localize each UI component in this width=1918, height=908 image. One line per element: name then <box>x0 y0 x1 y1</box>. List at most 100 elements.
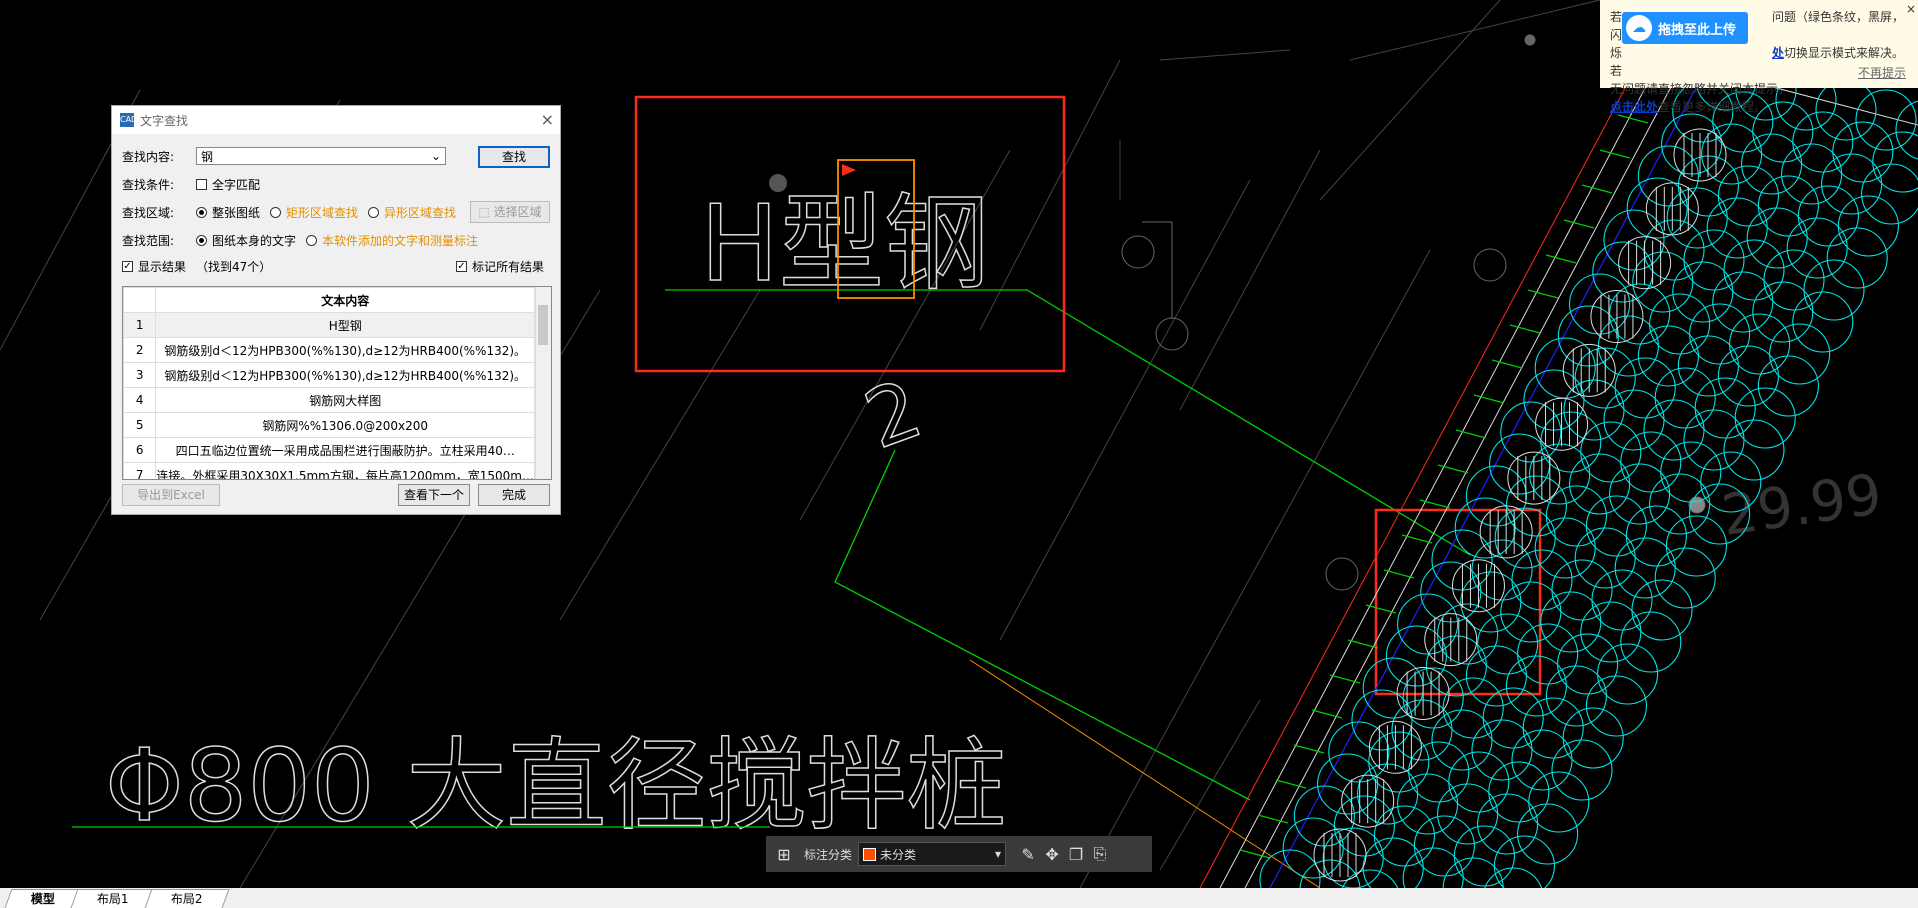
pile-circle <box>1488 761 1550 823</box>
pile-circle <box>1511 549 1573 611</box>
find-text-dialog[interactable]: CAD 文字查找 × 查找内容: 钢 ⌄ 查找 查找条件: 全字匹配 查找区域:… <box>111 105 561 515</box>
pile-circle <box>1729 313 1791 375</box>
pile-circle <box>1500 401 1562 463</box>
pile-circle <box>1792 111 1854 173</box>
area-rect-radio[interactable] <box>270 206 282 218</box>
pile-circle <box>1734 387 1796 449</box>
scope-added-radio[interactable] <box>306 234 318 246</box>
whole-word-checkbox[interactable] <box>196 178 207 190</box>
paste-icon[interactable]: ⎘ <box>1088 842 1112 866</box>
pile-circle <box>1362 657 1424 719</box>
row-text: 四口五临边位置统一采用成品围栏进行围蔽防护。立柱采用40… <box>155 437 535 463</box>
pile-circle <box>1689 303 1751 365</box>
pile-circle <box>1609 283 1671 345</box>
search-row: 查找内容: 钢 ⌄ <box>122 146 446 166</box>
pile-circle <box>1792 291 1854 353</box>
table-row[interactable]: 6 四口五临边位置统一采用成品围栏进行围蔽防护。立柱采用40… <box>123 437 535 463</box>
whole-word-label: 全字匹配 <box>212 177 261 192</box>
found-count: （找到47个） <box>196 259 272 274</box>
pile-circle <box>1631 579 1693 641</box>
tab-layout-1[interactable]: 布局1 <box>70 889 156 908</box>
table-row[interactable]: 5 钢筋网%%1306.0@200x200 <box>123 412 535 438</box>
mark-all-row: ✓ 标记所有结果 <box>456 256 544 276</box>
dropdown-arrow-icon[interactable]: ▾ <box>995 847 1001 861</box>
pile-circle <box>1665 515 1727 577</box>
pile-circle <box>1471 539 1533 601</box>
pile-circle <box>1803 259 1865 321</box>
category-select[interactable]: 未分类 ▾ <box>858 842 1007 866</box>
results-scrollbar[interactable] <box>535 287 551 479</box>
pile-circle <box>1826 227 1888 289</box>
select-area-button[interactable]: ⬚ 选择区域 <box>470 201 550 223</box>
canvas-text-h-steel[interactable]: H型钢 <box>699 182 989 306</box>
copy-icon[interactable]: ❐ <box>1064 842 1088 866</box>
pile-circle <box>1534 337 1596 399</box>
pile-circle <box>1569 273 1631 335</box>
area-irregular-radio[interactable] <box>368 206 380 218</box>
row-text: 钢筋网%%1306.0@200x200 <box>155 412 535 438</box>
dialog-title: 文字查找 <box>140 113 189 128</box>
pile-circle <box>1448 751 1510 813</box>
tab-label: 布局1 <box>96 892 129 906</box>
tutorial-link[interactable]: 点击此处 <box>1610 100 1658 114</box>
notice-text: 烁 <box>1610 46 1623 60</box>
tab-model[interactable]: 模型 <box>4 889 82 908</box>
notice-text: 无问题请直接忽略并关闭本提示。 <box>1610 82 1791 96</box>
search-button[interactable]: 查找 <box>478 146 550 168</box>
pile-circle <box>1654 547 1716 609</box>
close-icon[interactable]: × <box>1906 0 1916 18</box>
tab-layout-2[interactable]: 布局2 <box>144 889 229 908</box>
grid-icon[interactable]: ⊞ <box>772 842 796 866</box>
pile-circle <box>1557 633 1619 695</box>
pile-circle <box>1757 355 1819 417</box>
upload-label: 拖拽至此上传 <box>1658 22 1737 38</box>
pile-circle <box>1694 377 1756 439</box>
edit-icon[interactable]: ✎ <box>1016 842 1040 866</box>
table-row[interactable]: 1 H型钢 <box>123 312 535 338</box>
notice-inline-link[interactable]: 处 <box>1772 46 1784 60</box>
pile-circle <box>1660 441 1722 503</box>
upload-button[interactable]: ☁ 拖拽至此上传 <box>1622 12 1748 44</box>
pile-circle <box>1299 859 1361 888</box>
chevron-down-icon[interactable]: ⌄ <box>431 149 441 163</box>
category-swatch <box>863 847 877 861</box>
scope-added-label: 本软件添加的文字和测量标注 <box>322 233 479 248</box>
dialog-title-bar[interactable]: CAD 文字查找 × <box>112 106 560 134</box>
category-value: 未分类 <box>880 847 917 862</box>
next-result-button[interactable]: 查看下一个 <box>398 484 470 506</box>
scope-drawing-radio[interactable] <box>196 234 207 246</box>
show-results-label: 显示结果 <box>138 259 187 274</box>
pile-circle <box>1614 357 1676 419</box>
scope-drawing-label: 图纸本身的文字 <box>212 233 297 248</box>
row-index: 4 <box>123 387 157 413</box>
close-icon[interactable]: × <box>541 110 554 129</box>
results-table[interactable]: 文本内容 1 H型钢 2 钢筋级别d＜12为HPB300(%%130),d≥12为H… <box>122 286 552 480</box>
pile-circle <box>1397 593 1459 655</box>
table-row[interactable]: 4 钢筋网大样图 <box>123 387 535 413</box>
pile-circle <box>1625 505 1687 567</box>
search-input[interactable]: 钢 ⌄ <box>196 147 446 165</box>
scope-label: 查找范围: <box>122 233 175 248</box>
table-row[interactable]: 2 钢筋级别d＜12为HPB300(%%130),d≥12为HRB400(%%13… <box>123 337 535 363</box>
mark-all-checkbox[interactable]: ✓ <box>456 260 467 272</box>
pile-circle <box>1797 185 1859 247</box>
pile-circle <box>1585 675 1647 737</box>
tab-label: 布局2 <box>170 892 203 906</box>
move-icon[interactable]: ✥ <box>1040 842 1064 866</box>
table-row[interactable]: 3 钢筋级别d＜12为HPB300(%%130),d≥12为HRB400(%%13… <box>123 362 535 388</box>
pile-circle <box>1637 145 1699 207</box>
pile-circle <box>1769 323 1831 385</box>
pile-circle <box>1620 431 1682 493</box>
show-results-checkbox[interactable]: ✓ <box>122 260 133 272</box>
pile-circle <box>1603 209 1665 271</box>
area-whole-radio[interactable] <box>196 206 207 218</box>
pile-circle <box>1757 175 1819 237</box>
pile-circle <box>1832 121 1894 183</box>
done-button[interactable]: 完成 <box>478 484 550 506</box>
scrollbar-thumb[interactable] <box>538 305 548 345</box>
export-excel-button[interactable]: 导出到Excel <box>122 484 220 506</box>
dismiss-notice-link[interactable]: 不再提示 <box>1858 64 1906 82</box>
pile-circle <box>1861 163 1918 225</box>
pile-circle <box>1442 677 1504 739</box>
table-row[interactable]: 7 连接。外框采用30X30X1.5mm方钢，每片高1200mm，宽1500m… <box>123 462 535 479</box>
